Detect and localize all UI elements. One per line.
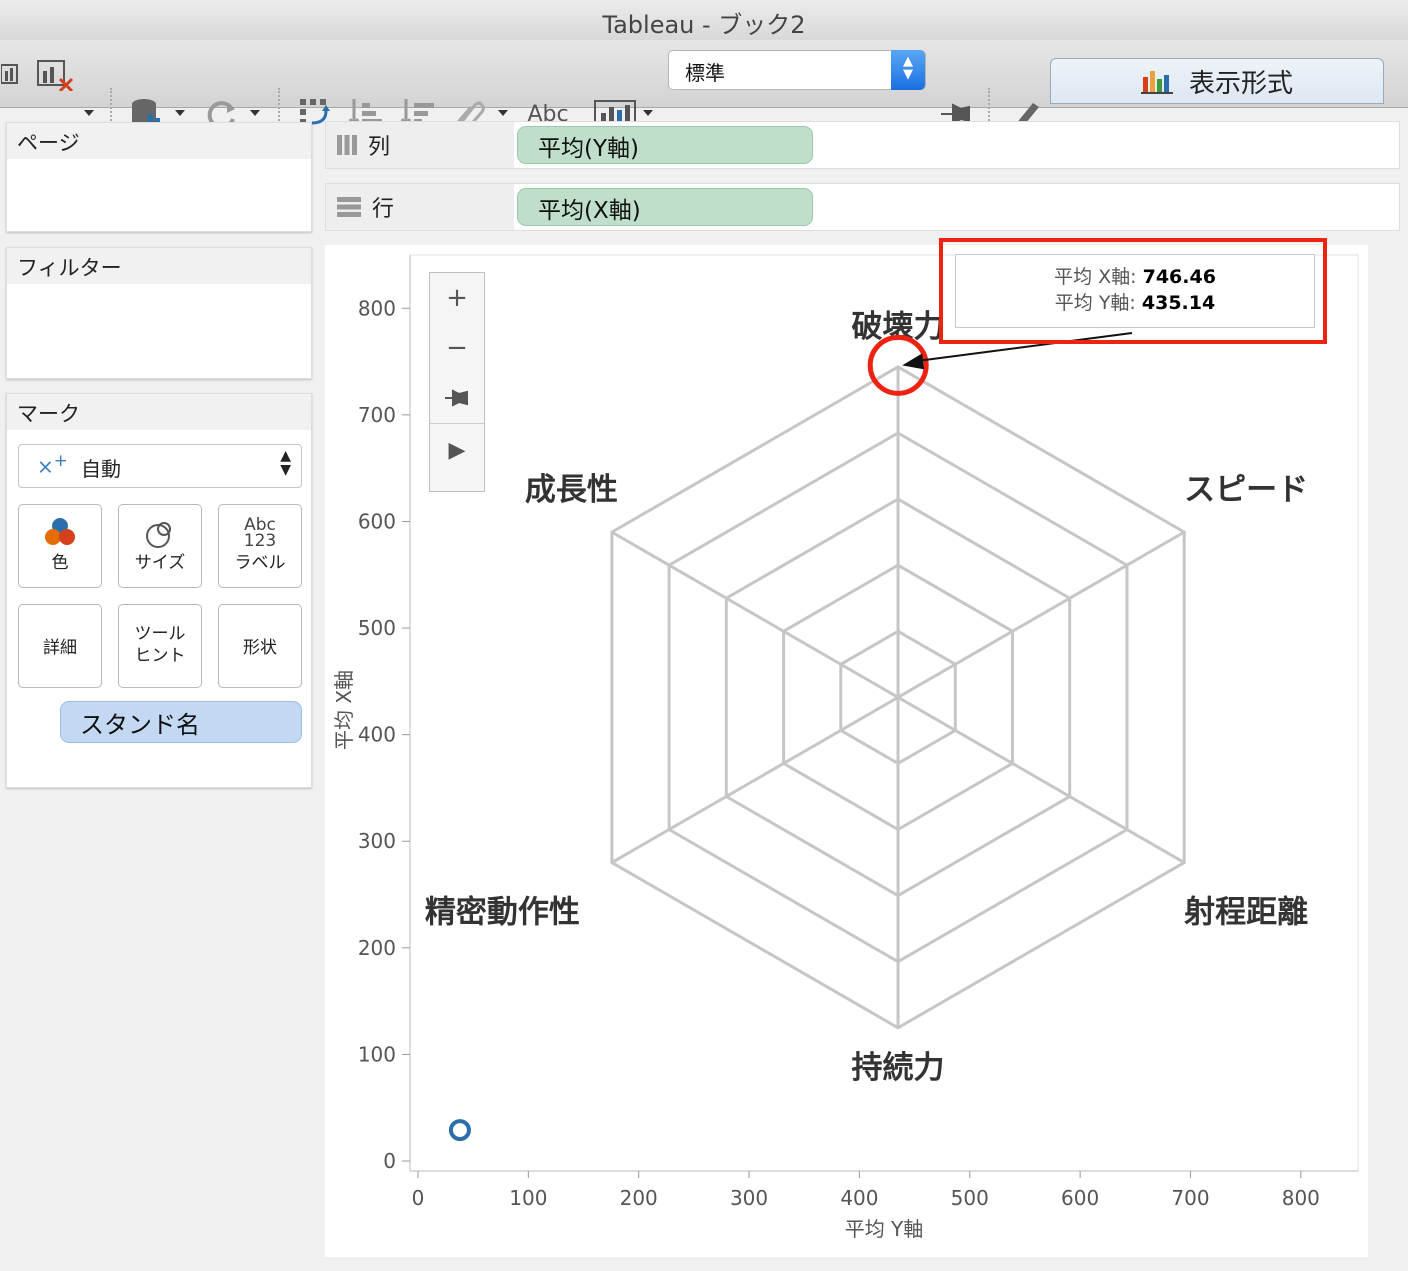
- tooltip-x-label: 平均 X軸:: [1054, 266, 1137, 288]
- radar-axis-label: スピード: [1184, 472, 1308, 508]
- y-tick-label: 600: [358, 509, 396, 533]
- x-tick-label: 400: [840, 1186, 878, 1210]
- radar-axis-label: 精密動作性: [425, 895, 580, 931]
- radar-background-image: 破壊力スピード射程距離持続力精密動作性成長性: [425, 309, 1308, 1086]
- x-tick-label: 500: [951, 1186, 989, 1210]
- y-tick-label: 800: [358, 296, 396, 320]
- y-tick-label: 0: [383, 1149, 396, 1173]
- y-axis-title: 平均 X軸: [332, 670, 356, 750]
- scatter-chart: 破壊力スピード射程距離持続力精密動作性成長性 0 100 200 300 400 500 6…: [332, 254, 1359, 1241]
- chart-marks: [448, 332, 1133, 1142]
- tooltip-y-row: 平均 Y軸: 435.14: [956, 290, 1314, 316]
- radar-spoke: [897, 530, 1185, 699]
- x-tick-label: 800: [1282, 1186, 1320, 1210]
- x-tick-label: 200: [620, 1186, 658, 1210]
- x-axis-title: 平均 Y軸: [845, 1217, 924, 1241]
- y-tick-label: 700: [358, 403, 396, 427]
- radar-axis-label: 成長性: [525, 472, 618, 508]
- zoom-in-icon[interactable]: +: [430, 273, 484, 323]
- x-tick-label: 0: [412, 1186, 425, 1210]
- data-point: [448, 1119, 471, 1142]
- radar-axis-label: 持続力: [852, 1050, 945, 1086]
- zoom-out-icon[interactable]: −: [430, 323, 484, 373]
- expand-toolbar-icon[interactable]: ▶: [430, 425, 484, 475]
- radar-spoke: [611, 530, 899, 699]
- tooltip-x-row: 平均 X軸: 746.46: [956, 264, 1314, 290]
- y-tick-label: 400: [358, 723, 396, 747]
- x-tick-label: 100: [509, 1186, 547, 1210]
- tooltip-x-value: 746.46: [1142, 266, 1216, 288]
- x-tick-label: 300: [730, 1186, 768, 1210]
- tooltip-y-value: 435.14: [1141, 292, 1216, 314]
- radar-axis-label: 射程距離: [1183, 895, 1308, 931]
- y-tick-label: 100: [358, 1042, 396, 1066]
- y-tick-label: 500: [358, 616, 396, 640]
- x-tick-label: 600: [1061, 1186, 1099, 1210]
- plot-frame: [409, 254, 1359, 1172]
- tooltip: 平均 X軸: 746.46 平均 Y軸: 435.14: [955, 254, 1315, 328]
- tooltip-arrow-head: [902, 353, 925, 370]
- radar-spoke: [897, 696, 1185, 864]
- y-tick-label: 300: [358, 829, 396, 853]
- pin-view-icon[interactable]: [430, 373, 484, 423]
- radar-spoke: [611, 696, 899, 864]
- view-toolbar: + − ▶: [429, 272, 485, 492]
- tooltip-y-label: 平均 Y軸:: [1054, 292, 1136, 314]
- y-tick-label: 200: [358, 936, 396, 960]
- x-tick-label: 700: [1171, 1186, 1209, 1210]
